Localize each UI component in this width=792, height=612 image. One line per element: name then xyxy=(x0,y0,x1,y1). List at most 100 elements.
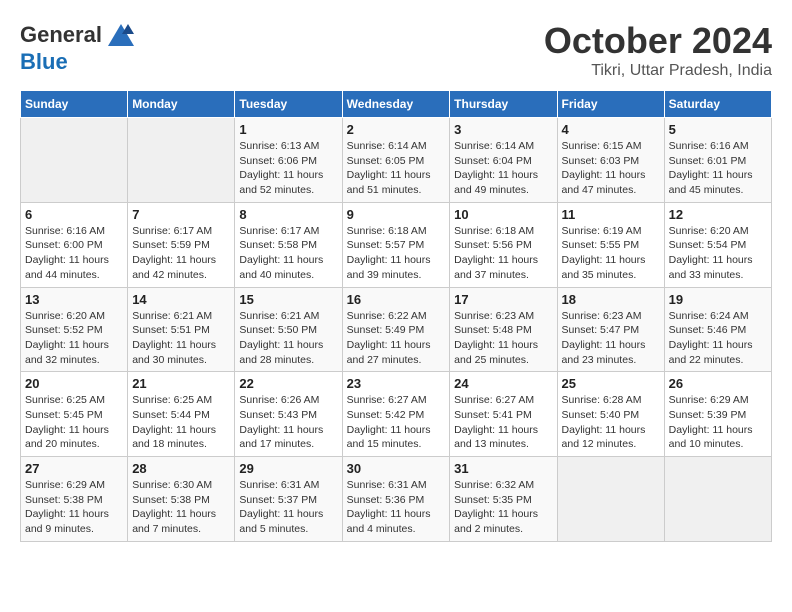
calendar-cell: 12 Sunrise: 6:20 AM Sunset: 5:54 PM Dayli… xyxy=(664,202,771,287)
day-number: 28 xyxy=(132,461,230,476)
day-number: 27 xyxy=(25,461,123,476)
column-header-monday: Monday xyxy=(128,91,235,118)
day-info: Sunrise: 6:17 AM Sunset: 5:58 PM Dayligh… xyxy=(239,224,337,283)
day-info: Sunrise: 6:18 AM Sunset: 5:56 PM Dayligh… xyxy=(454,224,552,283)
calendar-cell xyxy=(128,118,235,203)
day-info: Sunrise: 6:14 AM Sunset: 6:05 PM Dayligh… xyxy=(347,139,446,198)
day-info: Sunrise: 6:29 AM Sunset: 5:38 PM Dayligh… xyxy=(25,478,123,537)
calendar-cell xyxy=(21,118,128,203)
calendar-cell: 23 Sunrise: 6:27 AM Sunset: 5:42 PM Dayli… xyxy=(342,372,450,457)
day-info: Sunrise: 6:20 AM Sunset: 5:52 PM Dayligh… xyxy=(25,309,123,368)
day-number: 4 xyxy=(562,122,660,137)
day-info: Sunrise: 6:19 AM Sunset: 5:55 PM Dayligh… xyxy=(562,224,660,283)
day-info: Sunrise: 6:15 AM Sunset: 6:03 PM Dayligh… xyxy=(562,139,660,198)
day-info: Sunrise: 6:14 AM Sunset: 6:04 PM Dayligh… xyxy=(454,139,552,198)
day-number: 16 xyxy=(347,292,446,307)
calendar-cell: 3 Sunrise: 6:14 AM Sunset: 6:04 PM Daylig… xyxy=(450,118,557,203)
calendar-table: SundayMondayTuesdayWednesdayThursdayFrid… xyxy=(20,90,772,542)
logo-general: General xyxy=(20,23,102,47)
calendar-cell: 31 Sunrise: 6:32 AM Sunset: 5:35 PM Dayli… xyxy=(450,457,557,542)
calendar-cell: 8Sunrise: 6:17 AM Sunset: 5:58 PM Daylig… xyxy=(235,202,342,287)
calendar-cell: 7 Sunrise: 6:17 AM Sunset: 5:59 PM Daylig… xyxy=(128,202,235,287)
calendar-cell: 29 Sunrise: 6:31 AM Sunset: 5:37 PM Dayli… xyxy=(235,457,342,542)
calendar-cell: 9 Sunrise: 6:18 AM Sunset: 5:57 PM Daylig… xyxy=(342,202,450,287)
column-header-saturday: Saturday xyxy=(664,91,771,118)
day-info: Sunrise: 6:21 AM Sunset: 5:51 PM Dayligh… xyxy=(132,309,230,368)
day-info: Sunrise: 6:17 AM Sunset: 5:59 PM Dayligh… xyxy=(132,224,230,283)
day-number: 22 xyxy=(239,376,337,391)
day-number: 13 xyxy=(25,292,123,307)
day-info: Sunrise: 6:32 AM Sunset: 5:35 PM Dayligh… xyxy=(454,478,552,537)
logo: General Blue xyxy=(20,20,136,74)
calendar-week-row: 27 Sunrise: 6:29 AM Sunset: 5:38 PM Dayli… xyxy=(21,457,772,542)
day-number: 11 xyxy=(562,207,660,222)
calendar-cell: 4 Sunrise: 6:15 AM Sunset: 6:03 PM Daylig… xyxy=(557,118,664,203)
calendar-week-row: 20Sunrise: 6:25 AM Sunset: 5:45 PM Dayli… xyxy=(21,372,772,457)
day-info: Sunrise: 6:27 AM Sunset: 5:41 PM Dayligh… xyxy=(454,393,552,452)
calendar-week-row: 6 Sunrise: 6:16 AM Sunset: 6:00 PM Daylig… xyxy=(21,202,772,287)
day-info: Sunrise: 6:20 AM Sunset: 5:54 PM Dayligh… xyxy=(669,224,767,283)
day-number: 26 xyxy=(669,376,767,391)
calendar-cell: 24 Sunrise: 6:27 AM Sunset: 5:41 PM Dayli… xyxy=(450,372,557,457)
calendar-cell: 1 Sunrise: 6:13 AM Sunset: 6:06 PM Daylig… xyxy=(235,118,342,203)
calendar-cell: 2 Sunrise: 6:14 AM Sunset: 6:05 PM Daylig… xyxy=(342,118,450,203)
day-info: Sunrise: 6:30 AM Sunset: 5:38 PM Dayligh… xyxy=(132,478,230,537)
calendar-week-row: 13 Sunrise: 6:20 AM Sunset: 5:52 PM Dayli… xyxy=(21,287,772,372)
calendar-cell: 5 Sunrise: 6:16 AM Sunset: 6:01 PM Daylig… xyxy=(664,118,771,203)
day-number: 14 xyxy=(132,292,230,307)
column-header-tuesday: Tuesday xyxy=(235,91,342,118)
calendar-cell: 17Sunrise: 6:23 AM Sunset: 5:48 PM Dayli… xyxy=(450,287,557,372)
day-number: 29 xyxy=(239,461,337,476)
calendar-cell: 16 Sunrise: 6:22 AM Sunset: 5:49 PM Dayli… xyxy=(342,287,450,372)
day-number: 2 xyxy=(347,122,446,137)
calendar-cell xyxy=(557,457,664,542)
location-subtitle: Tikri, Uttar Pradesh, India xyxy=(544,62,772,80)
day-number: 23 xyxy=(347,376,446,391)
calendar-cell: 14 Sunrise: 6:21 AM Sunset: 5:51 PM Dayli… xyxy=(128,287,235,372)
calendar-body: 1 Sunrise: 6:13 AM Sunset: 6:06 PM Daylig… xyxy=(21,118,772,542)
day-info: Sunrise: 6:26 AM Sunset: 5:43 PM Dayligh… xyxy=(239,393,337,452)
day-number: 19 xyxy=(669,292,767,307)
day-info: Sunrise: 6:21 AM Sunset: 5:50 PM Dayligh… xyxy=(239,309,337,368)
calendar-cell: 6 Sunrise: 6:16 AM Sunset: 6:00 PM Daylig… xyxy=(21,202,128,287)
column-header-sunday: Sunday xyxy=(21,91,128,118)
calendar-cell: 18Sunrise: 6:23 AM Sunset: 5:47 PM Dayli… xyxy=(557,287,664,372)
column-header-thursday: Thursday xyxy=(450,91,557,118)
calendar-cell: 27 Sunrise: 6:29 AM Sunset: 5:38 PM Dayli… xyxy=(21,457,128,542)
day-number: 12 xyxy=(669,207,767,222)
calendar-cell xyxy=(664,457,771,542)
logo-icon xyxy=(106,20,136,50)
day-number: 5 xyxy=(669,122,767,137)
day-number: 18 xyxy=(562,292,660,307)
day-info: Sunrise: 6:22 AM Sunset: 5:49 PM Dayligh… xyxy=(347,309,446,368)
day-info: Sunrise: 6:31 AM Sunset: 5:37 PM Dayligh… xyxy=(239,478,337,537)
day-number: 24 xyxy=(454,376,552,391)
calendar-cell: 10 Sunrise: 6:18 AM Sunset: 5:56 PM Dayli… xyxy=(450,202,557,287)
day-info: Sunrise: 6:18 AM Sunset: 5:57 PM Dayligh… xyxy=(347,224,446,283)
day-number: 10 xyxy=(454,207,552,222)
day-number: 1 xyxy=(239,122,337,137)
title-area: October 2024 Tikri, Uttar Pradesh, India xyxy=(544,20,772,80)
calendar-cell: 25Sunrise: 6:28 AM Sunset: 5:40 PM Dayli… xyxy=(557,372,664,457)
day-number: 31 xyxy=(454,461,552,476)
day-info: Sunrise: 6:13 AM Sunset: 6:06 PM Dayligh… xyxy=(239,139,337,198)
day-info: Sunrise: 6:27 AM Sunset: 5:42 PM Dayligh… xyxy=(347,393,446,452)
day-number: 17 xyxy=(454,292,552,307)
calendar-cell: 28 Sunrise: 6:30 AM Sunset: 5:38 PM Dayli… xyxy=(128,457,235,542)
day-info: Sunrise: 6:16 AM Sunset: 6:01 PM Dayligh… xyxy=(669,139,767,198)
day-number: 6 xyxy=(25,207,123,222)
logo-blue: Blue xyxy=(20,49,68,74)
day-number: 9 xyxy=(347,207,446,222)
day-info: Sunrise: 6:16 AM Sunset: 6:00 PM Dayligh… xyxy=(25,224,123,283)
day-info: Sunrise: 6:29 AM Sunset: 5:39 PM Dayligh… xyxy=(669,393,767,452)
day-number: 7 xyxy=(132,207,230,222)
day-info: Sunrise: 6:31 AM Sunset: 5:36 PM Dayligh… xyxy=(347,478,446,537)
calendar-cell: 15Sunrise: 6:21 AM Sunset: 5:50 PM Dayli… xyxy=(235,287,342,372)
page-header: General Blue October 2024 Tikri, Uttar P… xyxy=(20,20,772,80)
day-number: 3 xyxy=(454,122,552,137)
calendar-cell: 26 Sunrise: 6:29 AM Sunset: 5:39 PM Dayli… xyxy=(664,372,771,457)
calendar-cell: 30Sunrise: 6:31 AM Sunset: 5:36 PM Dayli… xyxy=(342,457,450,542)
month-year-title: October 2024 xyxy=(544,20,772,62)
day-number: 25 xyxy=(562,376,660,391)
day-number: 21 xyxy=(132,376,230,391)
